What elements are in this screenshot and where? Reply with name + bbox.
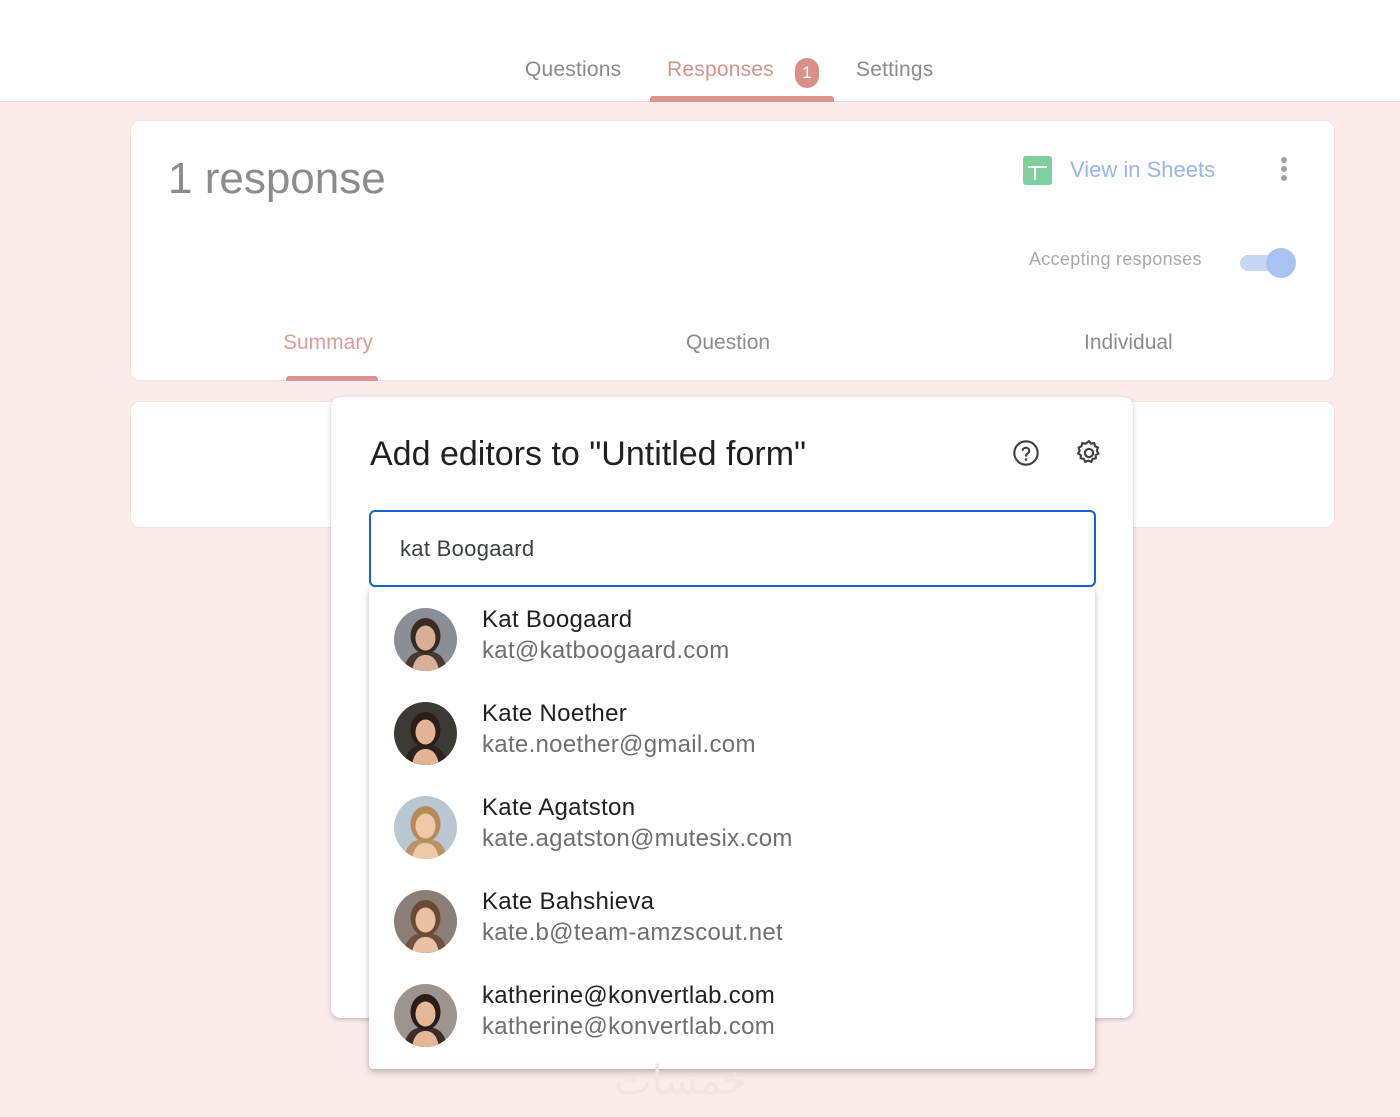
suggestion-email: kate.b@team-amzscout.net xyxy=(482,919,784,946)
subtab-question[interactable]: Question xyxy=(686,331,770,355)
avatar xyxy=(394,890,457,953)
help-icon[interactable] xyxy=(1012,439,1040,467)
suggestion-email: kate.noether@gmail.com xyxy=(482,731,756,758)
responses-card: 1 response View in Sheets Accepting resp… xyxy=(130,120,1335,381)
watermark-logo: خمسات xyxy=(614,1058,748,1104)
tab-settings[interactable]: Settings xyxy=(856,58,933,88)
suggestion-item[interactable]: katherine@konvertlab.com katherine@konver… xyxy=(369,964,1095,1058)
accepting-responses-label: Accepting responses xyxy=(1029,249,1202,269)
suggestion-name: Kat Boogaard xyxy=(482,606,633,633)
suggestion-item[interactable]: Kate Noether kate.noether@gmail.com xyxy=(369,682,1095,776)
suggestion-item[interactable]: Kate Bahshieva kate.b@team-amzscout.net xyxy=(369,870,1095,964)
more-options-icon[interactable] xyxy=(1276,157,1292,185)
view-in-sheets-label: View in Sheets xyxy=(1070,157,1216,182)
sheets-icon xyxy=(1023,155,1052,185)
suggestion-email: katherine@konvertlab.com xyxy=(482,1013,776,1040)
subtab-summary[interactable]: Summary xyxy=(283,331,373,355)
tab-questions[interactable]: Questions xyxy=(525,58,621,88)
active-subtab-indicator xyxy=(286,376,378,381)
suggestion-name: Kate Noether xyxy=(482,700,628,727)
add-editors-input[interactable] xyxy=(369,510,1096,587)
avatar xyxy=(394,984,457,1047)
suggestion-name: Kate Bahshieva xyxy=(482,888,655,915)
avatar xyxy=(394,702,457,765)
suggestion-name: katherine@konvertlab.com xyxy=(482,982,776,1009)
suggestion-email: kate.agatston@mutesix.com xyxy=(482,825,793,852)
dialog-title: Add editors to "Untitled form" xyxy=(370,435,807,473)
suggestion-item[interactable]: Kate Agatston kate.agatston@mutesix.com xyxy=(369,776,1095,870)
responses-count-badge: 1 xyxy=(795,58,819,88)
active-tab-indicator xyxy=(650,96,834,102)
view-in-sheets-button[interactable]: View in Sheets xyxy=(1023,153,1215,187)
gear-icon[interactable] xyxy=(1074,438,1104,468)
suggestion-name: Kate Agatston xyxy=(482,794,636,821)
suggestions-list: Kat Boogaard kat@katboogaard.com Kate Noet… xyxy=(369,588,1095,1069)
tab-responses[interactable]: Responses xyxy=(667,58,774,88)
avatar xyxy=(394,608,457,671)
top-tab-bar: Questions Responses 1 Settings xyxy=(0,0,1400,102)
avatar xyxy=(394,796,457,859)
accepting-responses-toggle[interactable] xyxy=(1238,248,1296,278)
subtab-individual[interactable]: Individual xyxy=(1084,331,1173,355)
suggestion-email: kat@katboogaard.com xyxy=(482,637,730,664)
response-count-title: 1 response xyxy=(168,154,386,203)
suggestion-item[interactable]: Kat Boogaard kat@katboogaard.com xyxy=(369,588,1095,682)
